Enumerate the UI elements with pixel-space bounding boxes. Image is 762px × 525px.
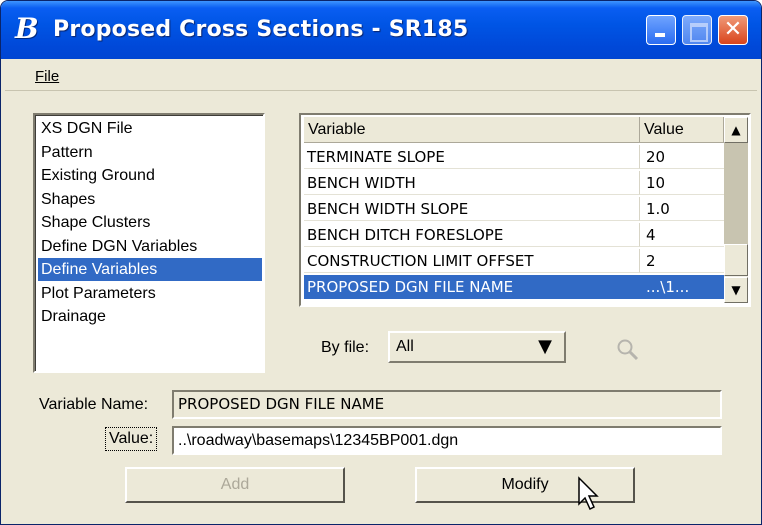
mouse-pointer-icon — [578, 476, 599, 511]
section-list[interactable]: XS DGN File Pattern Existing Ground Shapes S… — [33, 113, 265, 373]
by-file-dropdown[interactable]: All ▼ — [388, 331, 566, 363]
column-header-value[interactable]: Value — [640, 117, 724, 143]
minimize-button[interactable] — [646, 15, 676, 45]
table-row[interactable]: TERMINATE SLOPE 20 — [304, 145, 724, 169]
value-cell: 1.0 — [640, 197, 724, 221]
value-input[interactable] — [172, 426, 722, 455]
dialog-window: B Proposed Cross Sections - SR185 ✕ File… — [0, 0, 762, 525]
variable-name-field: PROPOSED DGN FILE NAME — [172, 390, 722, 419]
close-icon: ✕ — [723, 17, 743, 42]
dropdown-arrow-icon: ▼ — [538, 336, 552, 357]
value-cell: 2 — [640, 249, 724, 273]
variable-cell: CONSTRUCTION LIMIT OFFSET — [304, 249, 640, 273]
by-file-selected-value: All — [396, 338, 414, 355]
list-item[interactable]: Shape Clusters — [38, 211, 262, 234]
table-scrollbar[interactable]: ▲ ▼ — [724, 117, 748, 303]
add-button[interactable]: Add — [125, 467, 345, 503]
table-row[interactable]: BENCH DITCH FORESLOPE 4 — [304, 223, 724, 247]
title-bar[interactable]: B Proposed Cross Sections - SR185 ✕ — [1, 1, 761, 59]
table-row[interactable]: CONSTRUCTION LIMIT OFFSET 2 — [304, 249, 724, 273]
list-item[interactable]: Drainage — [38, 305, 262, 328]
by-file-label: By file: — [321, 339, 370, 356]
arrow-down-icon: ▼ — [731, 283, 741, 297]
table-header: Variable Value — [304, 117, 724, 143]
table-row[interactable]: BENCH WIDTH 10 — [304, 171, 724, 195]
menu-file-label: File — [35, 68, 60, 85]
close-button[interactable]: ✕ — [718, 15, 748, 45]
column-header-variable[interactable]: Variable — [304, 117, 640, 143]
window-title: Proposed Cross Sections - SR185 — [53, 17, 469, 42]
value-cell: 20 — [640, 145, 724, 169]
variable-cell: BENCH DITCH FORESLOPE — [304, 223, 640, 247]
maximize-button[interactable] — [682, 15, 712, 45]
list-item[interactable]: Define Variables — [38, 258, 262, 281]
variable-name-label: Variable Name: — [39, 396, 149, 413]
scroll-up-button[interactable]: ▲ — [724, 117, 748, 143]
table-row[interactable]: PROPOSED DGN FILE NAME ...\1... — [304, 275, 724, 299]
list-item[interactable]: Shapes — [38, 188, 262, 211]
variable-cell: BENCH WIDTH — [304, 171, 640, 195]
list-item[interactable]: Define DGN Variables — [38, 235, 262, 258]
magnifier-icon[interactable] — [615, 337, 641, 363]
value-cell: 10 — [640, 171, 724, 195]
list-item[interactable]: XS DGN File — [38, 117, 262, 140]
scroll-down-button[interactable]: ▼ — [724, 277, 748, 303]
scrollbar-thumb[interactable] — [724, 244, 748, 276]
value-label: Value: — [105, 427, 158, 451]
value-cell: 4 — [640, 223, 724, 247]
menu-bar: File — [5, 61, 757, 91]
table-row[interactable]: BENCH WIDTH SLOPE 1.0 — [304, 197, 724, 221]
value-cell: ...\1... — [640, 275, 724, 299]
scrollbar-track[interactable] — [724, 143, 748, 244]
menu-file[interactable]: File — [35, 68, 59, 85]
variable-cell: TERMINATE SLOPE — [304, 145, 640, 169]
variables-table[interactable]: Variable Value TERMINATE SLOPE 20 BENCH WI… — [299, 113, 751, 307]
bentley-b-icon: B — [15, 12, 39, 45]
arrow-up-icon: ▲ — [731, 123, 741, 137]
list-item[interactable]: Plot Parameters — [38, 282, 262, 305]
list-item[interactable]: Pattern — [38, 141, 262, 164]
list-item[interactable]: Existing Ground — [38, 164, 262, 187]
variable-cell: BENCH WIDTH SLOPE — [304, 197, 640, 221]
variable-cell: PROPOSED DGN FILE NAME — [304, 275, 640, 299]
